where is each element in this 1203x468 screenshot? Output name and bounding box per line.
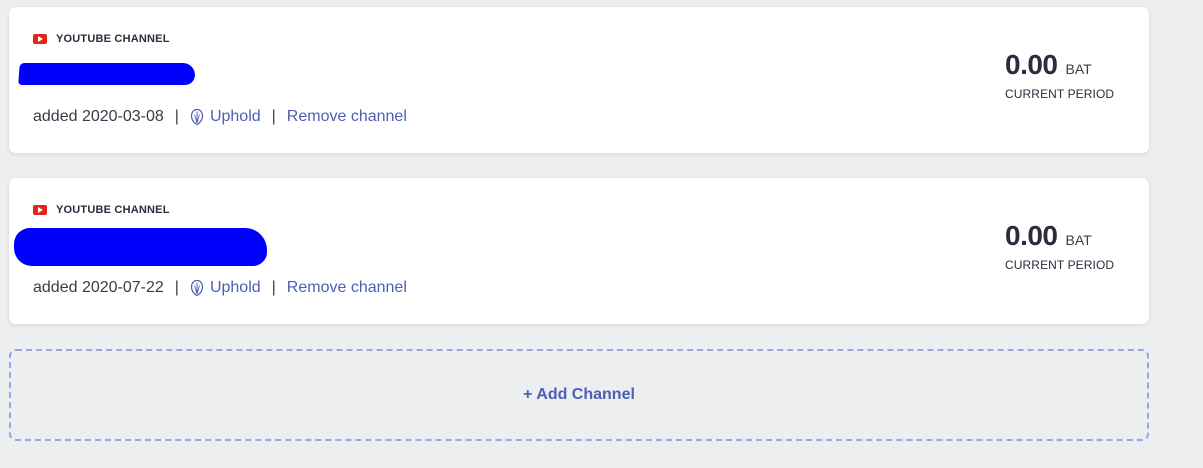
channel-meta-row: added 2020-03-08 | Uphold | Remove chann…	[33, 108, 407, 126]
channel-card: YOUTUBE CHANNEL added 2020-07-22 | Uphol…	[9, 178, 1149, 324]
redacted-channel-name	[18, 63, 196, 85]
added-date: added 2020-07-22	[33, 279, 164, 296]
channel-type-label: YOUTUBE CHANNEL	[56, 204, 170, 216]
channel-card: YOUTUBE CHANNEL added 2020-03-08 | Uphol…	[9, 7, 1149, 153]
add-channel-label: + Add Channel	[523, 386, 635, 403]
youtube-icon	[33, 34, 47, 44]
balance-currency: BAT	[1065, 232, 1092, 248]
uphold-icon	[190, 279, 204, 297]
redacted-channel-name	[14, 228, 267, 266]
separator: |	[174, 108, 179, 125]
separator: |	[271, 108, 276, 125]
youtube-icon	[33, 205, 47, 215]
added-date: added 2020-03-08	[33, 108, 164, 125]
channel-meta-row: added 2020-07-22 | Uphold | Remove chann…	[33, 279, 407, 297]
remove-channel-link[interactable]: Remove channel	[287, 279, 407, 297]
balance-row: 0.00 BAT	[1005, 49, 1125, 81]
channel-type-row: YOUTUBE CHANNEL	[33, 204, 170, 216]
separator: |	[271, 279, 276, 296]
uphold-link[interactable]: Uphold	[190, 108, 261, 126]
uphold-link[interactable]: Uphold	[190, 279, 261, 297]
period-label: CURRENT PERIOD	[1005, 87, 1115, 101]
balance-currency: BAT	[1065, 61, 1092, 77]
channel-type-row: YOUTUBE CHANNEL	[33, 33, 170, 45]
balance-amount: 0.00	[1005, 49, 1058, 80]
add-channel-button[interactable]: + Add Channel	[9, 349, 1149, 441]
uphold-label: Uphold	[209, 279, 261, 296]
remove-channel-link[interactable]: Remove channel	[287, 108, 407, 126]
separator: |	[174, 279, 179, 296]
balance-row: 0.00 BAT	[1005, 220, 1125, 252]
balance-block: 0.00 BAT CURRENT PERIOD	[1005, 49, 1125, 101]
uphold-icon	[190, 108, 204, 126]
balance-block: 0.00 BAT CURRENT PERIOD	[1005, 220, 1125, 272]
period-label: CURRENT PERIOD	[1005, 258, 1115, 272]
balance-amount: 0.00	[1005, 220, 1058, 251]
channel-type-label: YOUTUBE CHANNEL	[56, 33, 170, 45]
uphold-label: Uphold	[209, 108, 261, 125]
